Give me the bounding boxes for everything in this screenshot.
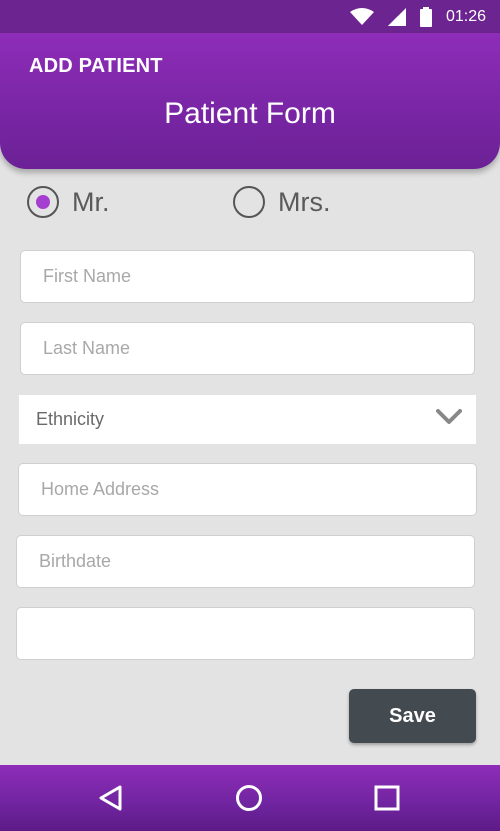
system-nav-bar	[0, 765, 500, 831]
radio-mrs[interactable]: Mrs.	[233, 186, 330, 218]
radio-dot-icon	[36, 195, 50, 209]
status-bar: 01:26	[0, 0, 500, 33]
birthdate-input[interactable]	[39, 551, 474, 572]
first-name-input[interactable]	[43, 266, 474, 287]
wifi-icon	[349, 7, 374, 26]
page-title: Patient Form	[164, 97, 336, 130]
recents-icon[interactable]	[371, 782, 403, 814]
app-header: ADD PATIENT Patient Form	[0, 33, 500, 169]
ethnicity-selected-value: Ethnicity	[36, 409, 105, 429]
radio-selected-icon[interactable]	[27, 186, 59, 218]
title-radio-group: Mr. Mrs.	[0, 186, 500, 226]
last-name-input[interactable]	[43, 338, 474, 359]
chevron-down-icon[interactable]	[436, 409, 462, 430]
status-time: 01:26	[445, 7, 486, 25]
radio-mr-label: Mr.	[72, 186, 110, 217]
home-address-field[interactable]	[18, 463, 477, 516]
first-name-field[interactable]	[20, 250, 475, 303]
back-icon[interactable]	[94, 782, 126, 814]
radio-mr[interactable]: Mr.	[27, 186, 110, 218]
signal-icon	[387, 7, 406, 26]
last-name-field[interactable]	[20, 322, 475, 375]
app-title: ADD PATIENT	[29, 55, 163, 77]
extra-input[interactable]	[39, 623, 474, 644]
home-icon[interactable]	[233, 782, 265, 814]
radio-mrs-label: Mrs.	[278, 186, 331, 217]
save-button[interactable]: Save	[349, 689, 476, 743]
extra-input-field[interactable]	[16, 607, 475, 660]
battery-icon	[419, 6, 432, 27]
birthdate-field[interactable]	[16, 535, 475, 588]
radio-unselected-icon[interactable]	[233, 186, 265, 218]
ethnicity-select[interactable]: Ethnicity	[19, 395, 476, 444]
home-address-input[interactable]	[41, 479, 476, 500]
